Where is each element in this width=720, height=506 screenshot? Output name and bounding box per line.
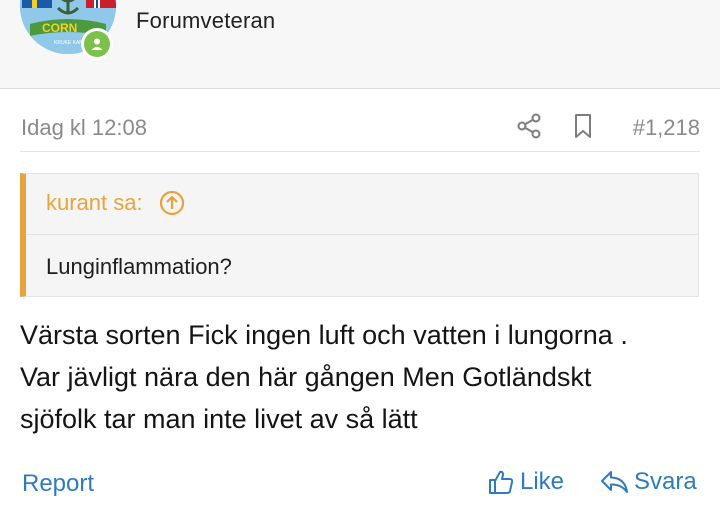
post-meta-row: Idag kl 12:08 #1,218 [0, 100, 720, 154]
post-date[interactable]: Idag kl 12:08 [21, 115, 147, 141]
reply-button[interactable]: Svara [599, 468, 697, 496]
online-user-icon [91, 38, 103, 50]
quote-header[interactable]: kurant sa: [46, 190, 185, 216]
arrow-up-circle-icon[interactable] [159, 190, 185, 216]
message-line: sjöfolk tar man inte livet av så lätt [20, 404, 418, 434]
svg-text:CORN: CORN [42, 21, 77, 35]
reply-label: Svara [634, 468, 697, 495]
user-rank: Forumveteran [136, 8, 276, 33]
quote-text: Lunginflammation? [46, 254, 232, 279]
divider [20, 151, 700, 152]
svg-text:KRUKE KAN: KRUKE KAN [54, 40, 83, 46]
message-line: Värsta sorten Fick ingen luft och vatten… [20, 320, 628, 350]
quote-block: kurant sa: Lunginflammation? [20, 173, 699, 297]
post-actions: Report Like Svara [0, 466, 720, 506]
bookmark-icon[interactable] [572, 113, 594, 139]
quote-divider [26, 234, 698, 235]
post-number[interactable]: #1,218 [633, 115, 700, 141]
message-line: Var jävligt nära den här gången Men Gotl… [20, 362, 592, 392]
thumbs-up-icon [489, 470, 514, 494]
quote-author[interactable]: kurant sa: [46, 190, 143, 216]
like-button[interactable]: Like [487, 468, 564, 496]
post-message: Värsta sorten Fick ingen luft och vatten… [20, 314, 710, 440]
post-user-header: CORN KRUKE KAN Forumveteran [0, 0, 720, 89]
reply-arrow-icon [601, 471, 628, 493]
report-link[interactable]: Report [22, 470, 94, 498]
online-status-badge [81, 28, 113, 60]
share-icon[interactable] [516, 113, 542, 139]
like-label: Like [520, 468, 565, 495]
